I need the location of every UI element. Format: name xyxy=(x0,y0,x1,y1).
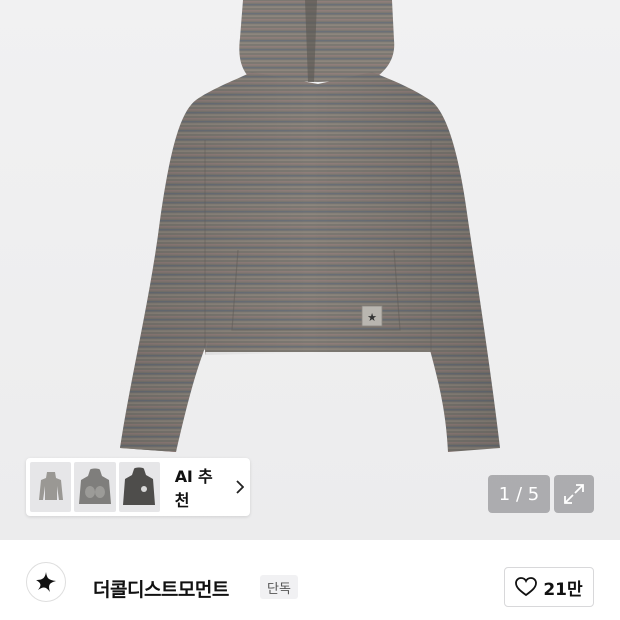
hoodie-thumb-icon xyxy=(123,467,156,505)
star-logo-icon xyxy=(36,572,56,592)
like-button[interactable]: 21만 xyxy=(504,567,594,607)
hoodie-thumb-icon xyxy=(38,472,63,500)
page-counter-text: 1 / 5 xyxy=(498,483,540,505)
ai-recommend-label: AI 추천 xyxy=(174,467,213,510)
product-image-area[interactable]: ★ AI 추천 1 / 5 xyxy=(0,0,620,540)
like-count: 21만 xyxy=(543,579,583,600)
heart-outline-icon xyxy=(515,577,538,597)
hoodie-thumb-icon xyxy=(78,468,111,504)
chevron-right-icon xyxy=(236,480,246,494)
fullscreen-button[interactable] xyxy=(554,475,594,513)
exclusive-badge: 단독 xyxy=(260,575,298,599)
recommend-thumb-1[interactable] xyxy=(30,462,72,512)
brand-name[interactable]: 더콜디스트모먼트 xyxy=(93,575,229,602)
image-page-counter: 1 / 5 xyxy=(488,475,550,513)
expand-icon xyxy=(564,484,584,504)
recommend-thumb-2[interactable] xyxy=(74,462,116,512)
brand-logo[interactable] xyxy=(26,562,66,602)
ai-recommend-button[interactable]: AI 추천 xyxy=(26,458,250,516)
recommend-thumb-3[interactable] xyxy=(118,462,160,512)
svg-text:★: ★ xyxy=(367,311,377,324)
